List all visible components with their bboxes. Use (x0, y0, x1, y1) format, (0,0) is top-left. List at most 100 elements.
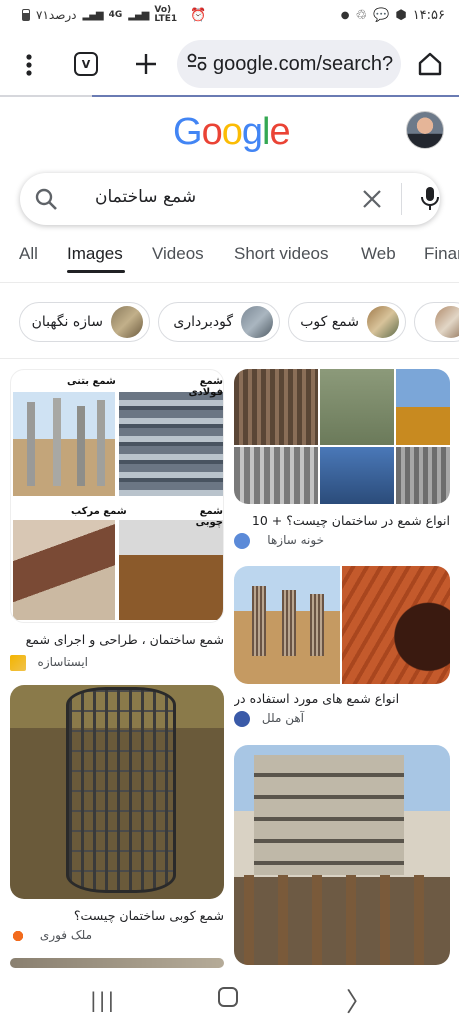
search-input[interactable]: شمع ساختمان (95, 187, 196, 207)
menu-icon[interactable] (14, 50, 44, 80)
result-source[interactable]: آهن ملل (254, 711, 304, 725)
google-logo-letter: G (173, 111, 203, 153)
result-image[interactable] (234, 566, 450, 684)
result-image[interactable]: شمع فولادی شمع بتنی شمع چوبی شمع مرکب (10, 369, 224, 623)
result-source[interactable]: ایستاسازه (30, 655, 88, 669)
chip-label: شمع کوب (300, 314, 359, 330)
result-source[interactable]: خونه سازها (254, 533, 324, 547)
clock-time: ۱۴:۵۶ (412, 7, 445, 23)
battery-icon (22, 9, 30, 21)
tab-short-videos[interactable]: Short videos (234, 244, 329, 264)
result-photo-part (396, 447, 450, 504)
site-favicon (234, 533, 250, 549)
battery-text: ۷۱درصد (36, 8, 77, 22)
status-left: ۷۱درصد ▂▄▆ 4G ▂▄▆ Vo) LTE1 ⏰ (22, 6, 207, 24)
chip-suggestion[interactable]: گودبرداری (158, 302, 280, 342)
quad-label: شمع فولادی (188, 376, 223, 398)
toolbar-divider (0, 95, 92, 97)
microphone-icon[interactable] (418, 186, 442, 212)
google-logo-letter: o (201, 111, 223, 153)
search-tabs: All Images Videos Short videos Web Finan (0, 238, 459, 274)
concrete-pile-photo (13, 392, 115, 496)
result-photo-part (234, 369, 318, 445)
chip-suggestion[interactable]: شمع کوب (288, 302, 406, 342)
result-photo-part (234, 566, 340, 684)
page-load-progress (92, 95, 459, 97)
site-settings-icon[interactable] (187, 53, 207, 75)
search-icon[interactable] (34, 187, 58, 211)
signal-icon-2: ▂▄▆ (128, 9, 149, 21)
result-photo-part (320, 447, 394, 504)
google-logo-letter: o (221, 111, 243, 153)
quad-label: شمع چوبی (195, 506, 223, 528)
result-photo-part (342, 566, 450, 684)
google-logo-letter: g (241, 111, 263, 153)
composite-pile-photo (13, 520, 115, 620)
quad-label: شمع بتنی (67, 376, 116, 387)
tab-videos[interactable]: Videos (152, 244, 204, 264)
new-tab-icon[interactable] (130, 48, 162, 80)
site-favicon (10, 928, 26, 944)
google-logo[interactable]: Google (173, 111, 291, 154)
result-photo-part (396, 369, 450, 445)
tab-finance[interactable]: Finan (424, 244, 459, 264)
chip-suggestion[interactable] (414, 302, 459, 342)
result-title[interactable]: انواع شمع های مورد استفاده در (234, 691, 450, 707)
wooden-pile-photo (119, 520, 223, 620)
alarm-icon: ⏰ (190, 7, 207, 23)
avatar[interactable] (406, 111, 444, 149)
site-favicon (234, 711, 250, 727)
result-image[interactable] (234, 369, 450, 504)
result-image[interactable] (10, 958, 224, 968)
result-source[interactable]: ملک فوری (30, 928, 92, 942)
chips-divider (0, 358, 459, 359)
message-icon: 💬 (373, 7, 390, 23)
result-title[interactable]: شمع کوبی ساختمان چیست؟ (10, 908, 224, 924)
recent-apps-button[interactable]: ||| (90, 988, 116, 1012)
system-navigation-bar: ||| 〉 (0, 968, 459, 1024)
rebar-cage-photo (66, 687, 176, 893)
site-favicon (10, 655, 26, 671)
result-title[interactable]: انواع شمع در ساختمان چیست؟ + 10 (234, 513, 450, 529)
result-photo-part (234, 447, 318, 504)
sync-icon: ♲ (355, 7, 368, 23)
quad-label: شمع مرکب (71, 506, 127, 517)
tabs-divider (0, 282, 459, 283)
chip-thumbnail (111, 306, 143, 338)
search-divider (401, 183, 402, 215)
building-photo (254, 755, 404, 875)
result-image[interactable] (234, 745, 450, 965)
status-bar: ۷۱درصد ▂▄▆ 4G ▂▄▆ Vo) LTE1 ⏰ ● ♲ 💬 ⬢ ۱۴:… (0, 0, 459, 30)
result-title[interactable]: شمع ساختمان ، طراحی و اجرای شمع (10, 632, 224, 648)
tab-images[interactable]: Images (67, 244, 123, 264)
network-volte: Vo) LTE1 (154, 5, 178, 24)
shield-icon: ⬢ (395, 7, 407, 23)
chip-thumbnail (435, 306, 459, 338)
result-photo-part (320, 369, 394, 445)
tab-switcher-button[interactable]: V (74, 52, 98, 76)
back-button[interactable]: 〉 (346, 982, 372, 1019)
result-image[interactable] (10, 685, 224, 899)
google-logo-letter: e (269, 111, 290, 153)
chip-suggestion[interactable]: سازه نگهبان (19, 302, 150, 342)
tab-all[interactable]: All (19, 244, 38, 264)
active-tab-indicator (67, 270, 125, 273)
url-bar[interactable]: google.com/search? (177, 40, 401, 88)
search-box[interactable]: شمع ساختمان (20, 173, 440, 225)
google-logo-text: Google (173, 111, 291, 153)
close-icon[interactable] (358, 185, 386, 213)
chip-thumbnail (241, 306, 273, 338)
dot-icon: ● (340, 9, 350, 21)
chip-label: سازه نگهبان (31, 314, 103, 330)
building-piles (244, 875, 444, 965)
status-right: ● ♲ 💬 ⬢ ۱۴:۵۶ (341, 8, 445, 23)
network-4g: 4G (108, 10, 123, 20)
browser-toolbar: V google.com/search? (0, 36, 459, 92)
tab-web[interactable]: Web (361, 244, 396, 264)
steel-pile-photo (119, 392, 223, 496)
signal-icon: ▂▄▆ (82, 9, 104, 21)
home-button[interactable] (218, 987, 238, 1007)
url-text[interactable]: google.com/search? (213, 53, 393, 76)
home-icon[interactable] (414, 48, 446, 80)
chip-label: گودبرداری (173, 314, 233, 330)
